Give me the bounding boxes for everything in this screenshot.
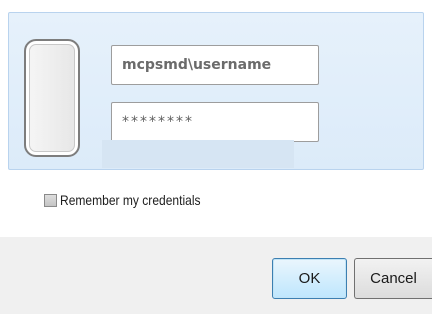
panel-shade bbox=[102, 140, 294, 168]
remember-checkbox[interactable] bbox=[44, 193, 57, 207]
user-tile-icon bbox=[24, 39, 80, 157]
cancel-button[interactable]: Cancel bbox=[354, 258, 432, 299]
remember-label: Remember my credentials bbox=[60, 192, 201, 208]
password-input[interactable] bbox=[111, 102, 319, 142]
dialog-top-edge bbox=[0, 0, 432, 10]
remember-credentials-row[interactable]: Remember my credentials bbox=[44, 191, 223, 209]
ok-button[interactable]: OK bbox=[272, 258, 347, 299]
username-input[interactable] bbox=[111, 45, 319, 85]
